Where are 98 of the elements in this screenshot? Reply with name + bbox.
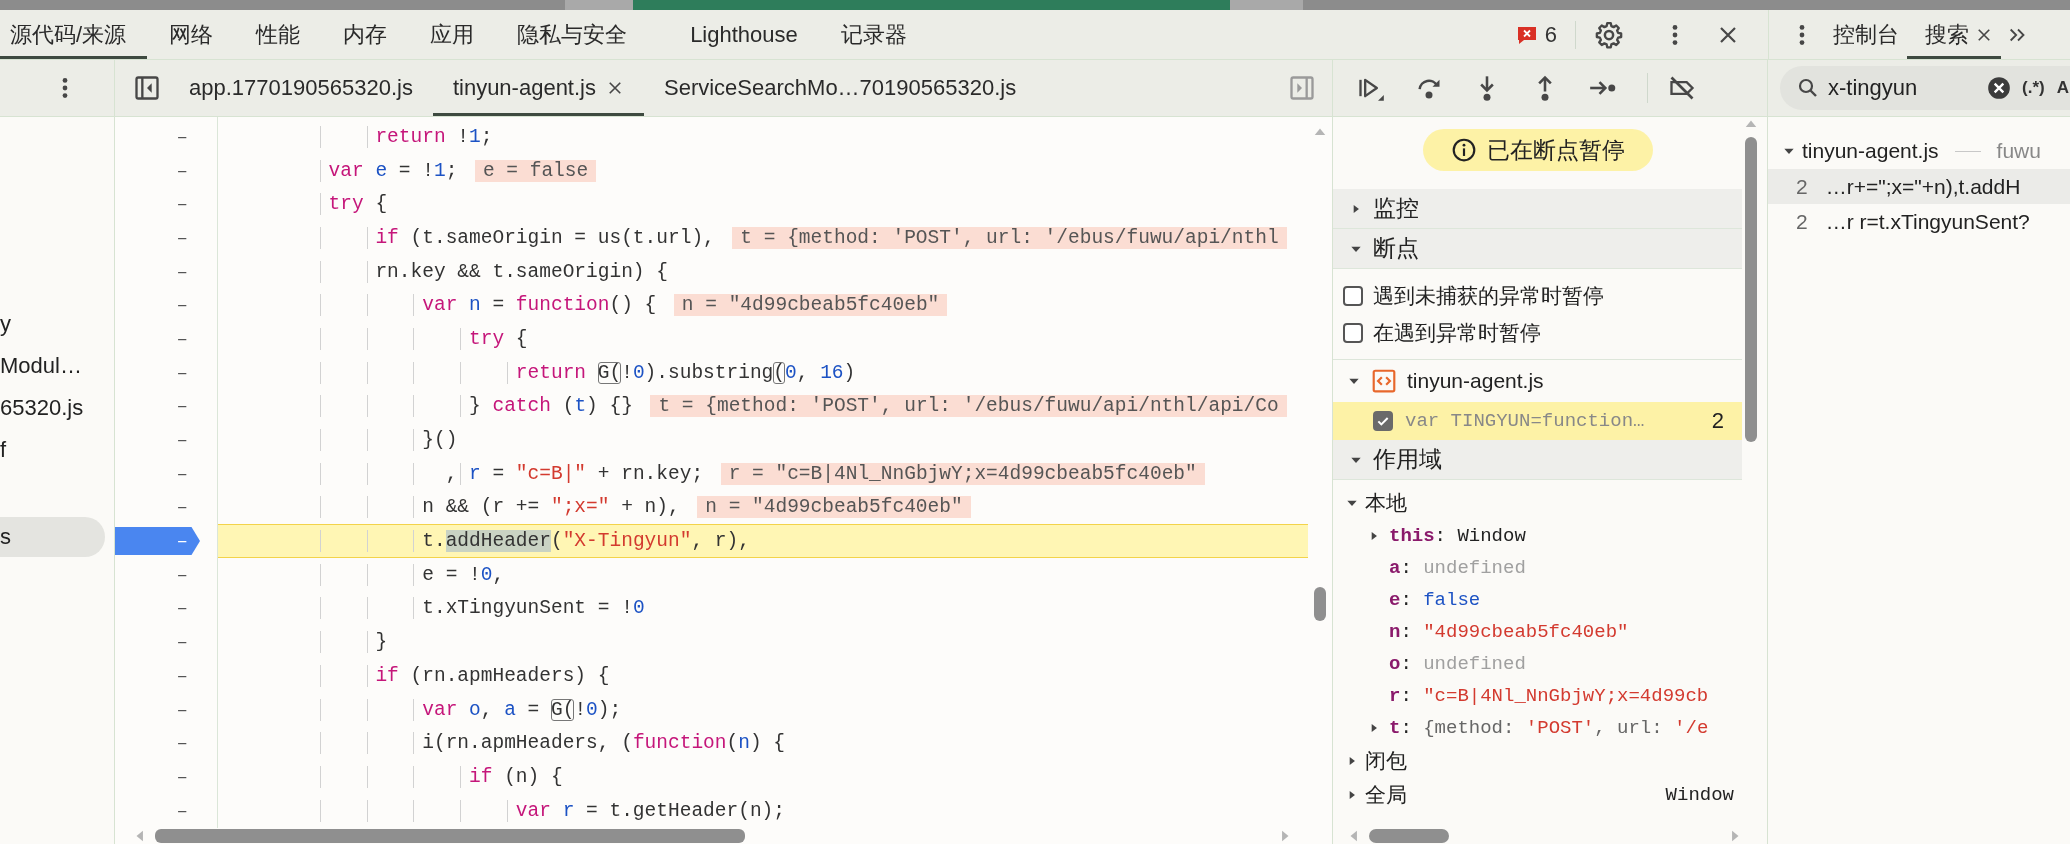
- line-marker[interactable]: –: [115, 729, 200, 758]
- inline-value: e = false: [474, 159, 597, 182]
- scope-variable[interactable]: e: false: [1389, 589, 1481, 611]
- section-header[interactable]: 监控: [1333, 189, 1742, 229]
- scope-title: 闭包: [1365, 748, 1407, 774]
- line-marker[interactable]: –: [115, 560, 200, 589]
- checkbox[interactable]: [1343, 285, 1363, 306]
- line-marker[interactable]: –: [115, 392, 200, 421]
- file-tab[interactable]: tinyun-agent.js: [432, 60, 644, 116]
- file-tree-item[interactable]: Modul…: [0, 345, 84, 387]
- match-case-toggle[interactable]: A: [2054, 78, 2070, 98]
- scrollbar-thumb[interactable]: [155, 829, 745, 843]
- scope-group[interactable]: 闭包: [1333, 744, 1742, 778]
- panel-tab[interactable]: 内存: [333, 10, 409, 59]
- line-marker[interactable]: –: [115, 695, 200, 724]
- scope-variable[interactable]: o: undefined: [1389, 653, 1526, 675]
- line-marker[interactable]: –: [115, 459, 200, 488]
- line-marker[interactable]: –: [115, 291, 200, 320]
- search-field[interactable]: x-tingyun: [1828, 75, 1978, 101]
- panel-tab[interactable]: 应用: [420, 10, 496, 59]
- checkbox-label[interactable]: 遇到未捕获的异常时暂停: [1373, 281, 1604, 310]
- panel-tab[interactable]: 性能: [246, 10, 322, 59]
- file-tree-item[interactable]: s: [0, 517, 105, 557]
- section-header[interactable]: 作用域: [1333, 440, 1742, 480]
- checkbox[interactable]: [1373, 411, 1393, 431]
- panel-tab[interactable]: 记录器: [830, 10, 928, 59]
- line-marker[interactable]: –: [115, 628, 200, 657]
- script-file-icon: [1371, 368, 1397, 394]
- sidebar-toggle-icon[interactable]: [133, 74, 161, 102]
- section-header[interactable]: 断点: [1333, 229, 1742, 269]
- match-text: …r+=";x="+n),t.addH: [1825, 174, 2021, 199]
- line-number: 2: [1796, 209, 1808, 234]
- line-marker[interactable]: –: [115, 190, 200, 219]
- breakpoint-marker[interactable]: –: [115, 527, 200, 556]
- section-title: 断点: [1373, 234, 1419, 263]
- inline-value: t = {method: 'POST', url: '/ebus/fuwu/api/nthl/api/Co: [650, 395, 1287, 418]
- match-text: …r r=t.xTingyunSent?: [1825, 209, 2030, 234]
- scope-title: 全局: [1365, 782, 1407, 808]
- inline-value: t = {method: 'POST', url: '/ebus/fuwu/api/nthl: [732, 226, 1287, 249]
- regex-toggle[interactable]: (.*): [2020, 78, 2047, 98]
- line-marker[interactable]: –: [115, 257, 200, 286]
- scope-variable[interactable]: n: "4d99cbeab5fc40eb": [1389, 621, 1629, 643]
- file-tab[interactable]: app.1770190565320.js: [169, 60, 433, 116]
- line-number: 2: [1711, 408, 1724, 434]
- scope-group[interactable]: 本地: [1333, 486, 1742, 520]
- sidebar-toggle-icon[interactable]: [1288, 74, 1316, 102]
- clear-icon[interactable]: [1986, 75, 2012, 101]
- panel-tab[interactable]: 网络: [159, 10, 235, 59]
- scope-variable[interactable]: t: {method: 'POST', url: '/e: [1389, 717, 1709, 739]
- file-tree-item[interactable]: y: [0, 303, 13, 345]
- info-icon: [1450, 137, 1477, 163]
- line-marker[interactable]: –: [115, 358, 200, 387]
- scope-variable[interactable]: a: undefined: [1389, 557, 1526, 579]
- file-tree-item[interactable]: f: [0, 429, 9, 471]
- scope-group[interactable]: 全局 Window: [1333, 778, 1742, 812]
- line-marker[interactable]: –: [115, 223, 200, 252]
- close-icon[interactable]: [606, 79, 624, 97]
- line-marker[interactable]: –: [115, 661, 200, 690]
- scope-value: Window: [1665, 784, 1734, 806]
- scrollbar-thumb[interactable]: [1745, 137, 1757, 442]
- deactivate-breakpoints-icon[interactable]: [1668, 74, 1696, 102]
- breakpoint-code: var TINGYUN=function…: [1405, 410, 1646, 432]
- scope-variable[interactable]: this: Window: [1389, 525, 1526, 547]
- line-marker[interactable]: –: [115, 594, 200, 623]
- search-result[interactable]: 2 …r r=t.xTingyunSent?: [1768, 204, 2070, 239]
- scope-title: 本地: [1365, 490, 1407, 516]
- line-number: 2: [1796, 174, 1808, 199]
- panel-tab[interactable]: 隐私与安全: [507, 10, 649, 59]
- line-marker[interactable]: –: [115, 796, 200, 825]
- line-marker[interactable]: –: [115, 156, 200, 185]
- file-name[interactable]: tinyun-agent.js: [1407, 369, 1544, 393]
- line-marker[interactable]: –: [115, 426, 200, 455]
- checkbox[interactable]: [1343, 322, 1363, 343]
- file-tree-item[interactable]: 65320.js: [0, 387, 86, 429]
- error-count[interactable]: 6: [1544, 21, 1557, 48]
- section-title: 监控: [1373, 194, 1419, 223]
- section-title: 作用域: [1373, 445, 1442, 474]
- line-marker[interactable]: –: [115, 122, 200, 151]
- result-file[interactable]: tinyun-agent.js: [1802, 139, 1939, 163]
- inline-value: r = "c=B|4Nl_NnGbjwY;x=4d99cbeab5fc40eb": [720, 462, 1205, 485]
- panel-tab[interactable]: Lighthouse: [680, 10, 819, 59]
- inline-value: n = "4d99cbeab5fc40eb": [673, 294, 948, 317]
- line-marker[interactable]: –: [115, 493, 200, 522]
- file-tab[interactable]: ServiceSearchMo…70190565320.js: [644, 60, 1037, 116]
- line-marker[interactable]: –: [115, 762, 200, 791]
- scrollbar-thumb[interactable]: [1369, 829, 1449, 843]
- settings-icon[interactable]: [1594, 19, 1624, 50]
- scrollbar-thumb[interactable]: [1314, 587, 1326, 621]
- search-box[interactable]: x-tingyun (.*) A: [1780, 66, 2070, 110]
- breakpoint-item[interactable]: var TINGYUN=function… 2: [1333, 402, 1742, 440]
- search-result[interactable]: 2 …r+=";x="+n),t.addH: [1768, 169, 2070, 204]
- paused-text: 已在断点暂停: [1486, 135, 1625, 165]
- drawer-tab[interactable]: 控制台: [1815, 10, 1907, 59]
- checkbox-label[interactable]: 在遇到异常时暂停: [1373, 318, 1541, 347]
- result-path: fuwu: [1996, 139, 2041, 163]
- scope-variable[interactable]: r: "c=B|4Nl_NnGbjwY;x=4d99cb: [1389, 685, 1709, 707]
- inline-value: n = "4d99cbeab5fc40eb": [697, 496, 971, 519]
- line-marker[interactable]: –: [115, 324, 200, 353]
